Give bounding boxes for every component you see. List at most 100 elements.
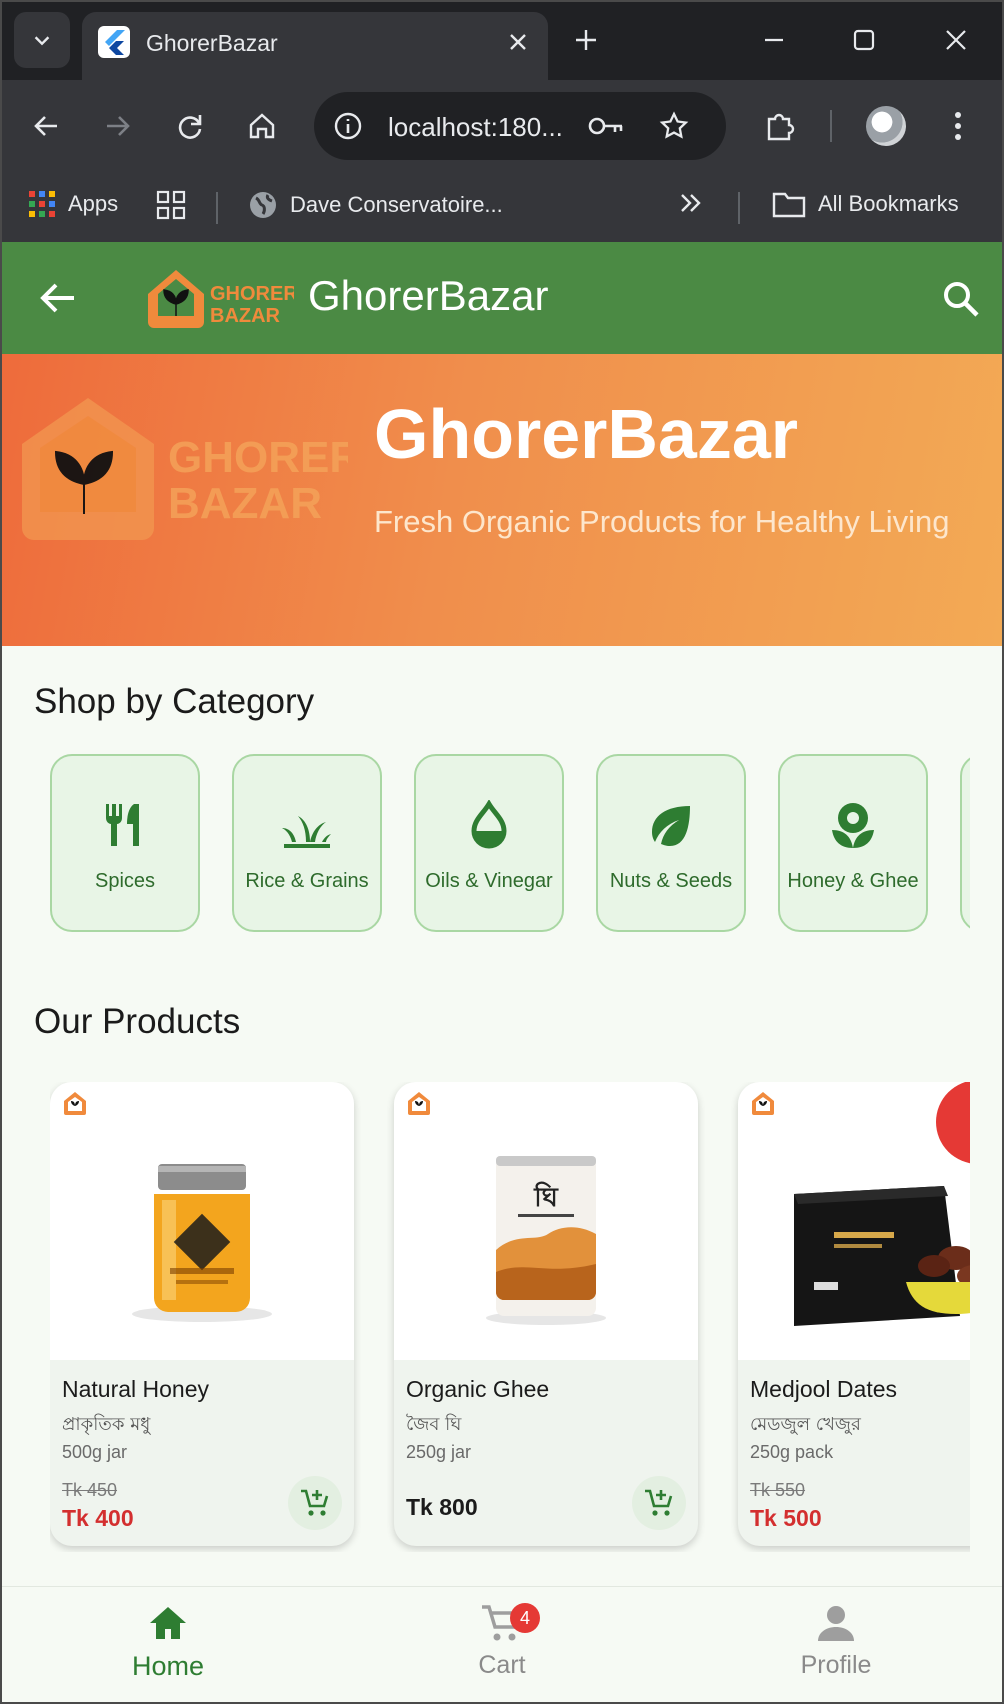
bookmark-tab-groups[interactable] — [156, 190, 186, 220]
tab-title: GhorerBazar — [146, 30, 278, 56]
back-button[interactable] — [22, 102, 70, 150]
category-spices[interactable]: Spices — [50, 754, 200, 932]
hero-banner: GHORER BAZAR GhorerBazar Fresh Organic P… — [0, 354, 1004, 646]
cart-count-badge: 4 — [510, 1603, 540, 1633]
product-card[interactable]: Medjool Dates মেডজুল খেজুর 250g pack Tk … — [738, 1082, 970, 1546]
bookmarks-overflow-button[interactable] — [678, 190, 704, 216]
extensions-button[interactable] — [756, 102, 804, 150]
product-size: 500g jar — [62, 1442, 128, 1462]
all-bookmarks-label: All Bookmarks — [818, 191, 959, 216]
category-label: Honey & Ghee — [787, 870, 919, 892]
minimize-button[interactable] — [752, 18, 796, 62]
category-rice-grains[interactable]: Rice & Grains — [232, 754, 382, 932]
star-icon[interactable] — [654, 106, 694, 146]
minimize-icon — [765, 38, 783, 42]
brand-badge-icon — [64, 1092, 86, 1115]
category-honey-ghee[interactable]: Honey & Ghee — [778, 754, 928, 932]
chevrons-right-icon — [681, 194, 701, 212]
puzzle-icon — [767, 113, 795, 141]
product-price: Tk 800 — [406, 1494, 478, 1520]
brand-badge-icon — [408, 1092, 430, 1115]
logo-text-1: GHORER — [210, 283, 294, 305]
category-more[interactable] — [960, 754, 970, 932]
svg-text:ঘি: ঘি — [533, 1181, 558, 1213]
nav-cart[interactable]: 4 Cart — [422, 1601, 582, 1701]
maximize-button[interactable] — [842, 18, 886, 62]
bottom-navigation: Home 4 Cart Profile — [0, 1586, 1004, 1704]
url-text[interactable]: localhost:180... — [388, 112, 563, 143]
tab-strip: GhorerBazar — [0, 0, 1004, 80]
hero-logo-text-2: BAZAR — [168, 479, 322, 528]
hero-title: GhorerBazar — [374, 395, 799, 473]
close-icon — [510, 34, 526, 50]
close-icon — [946, 30, 966, 50]
product-image — [50, 1082, 354, 1360]
home-button[interactable] — [238, 102, 286, 150]
add-shopping-cart-icon — [645, 1489, 673, 1516]
reload-button[interactable] — [166, 102, 214, 150]
category-nuts-seeds[interactable]: Nuts & Seeds — [596, 754, 746, 932]
ghorerbazar-logo: GHORER BAZAR — [148, 270, 294, 328]
tab-groups-icon — [156, 190, 186, 220]
nav-home[interactable]: Home — [88, 1601, 248, 1701]
person-icon — [818, 1606, 854, 1641]
bookmark-dave-label: Dave Conservatoire... — [290, 192, 503, 217]
nav-profile-label: Profile — [800, 1651, 872, 1679]
apps-grid-icon — [29, 191, 55, 217]
product-image — [738, 1082, 970, 1360]
add-to-cart-button[interactable] — [632, 1476, 686, 1530]
browser-tab[interactable]: GhorerBazar — [82, 12, 548, 80]
new-tab-button[interactable] — [566, 20, 606, 60]
nav-home-label: Home — [131, 1651, 205, 1681]
flutter-favicon-icon — [98, 26, 130, 58]
category-list: Spices Rice & Grains Oils & Vinegar Nuts… — [50, 754, 970, 934]
nav-profile[interactable]: Profile — [756, 1601, 916, 1701]
home-icon — [150, 1607, 186, 1639]
product-size: 250g jar — [406, 1442, 472, 1462]
product-card[interactable]: ঘি Organic Ghee জৈব ঘি 250g jar Tk 800 — [394, 1082, 698, 1546]
nav-cart-label: Cart — [478, 1651, 526, 1679]
product-name: Natural Honey — [62, 1376, 210, 1402]
ghee-can-image: ঘি — [486, 1156, 606, 1325]
hero-logo: GHORER BAZAR — [22, 398, 348, 540]
brand-badge-icon — [752, 1092, 774, 1115]
window-close-button[interactable] — [934, 18, 978, 62]
bookmark-dave-conservatoire[interactable]: Dave Conservatoire... — [248, 190, 503, 220]
tab-close-button[interactable] — [502, 26, 534, 58]
site-info-icon[interactable] — [328, 106, 368, 146]
browser-toolbar: localhost:180... — [0, 80, 1004, 172]
menu-button[interactable] — [934, 102, 982, 150]
add-shopping-cart-icon — [301, 1489, 329, 1516]
product-price: Tk 500 — [750, 1505, 822, 1531]
all-bookmarks-button[interactable]: All Bookmarks — [772, 190, 959, 218]
add-to-cart-button[interactable] — [288, 1476, 342, 1530]
categories-heading: Shop by Category — [34, 682, 315, 721]
category-oils-vinegar[interactable]: Oils & Vinegar — [414, 754, 564, 932]
bookmark-separator — [738, 192, 740, 224]
profile-avatar[interactable] — [866, 106, 906, 146]
bookmark-apps[interactable]: Apps — [28, 190, 118, 218]
arrow-left-icon[interactable] — [36, 276, 80, 320]
product-name: Medjool Dates — [750, 1376, 898, 1402]
products-heading: Our Products — [34, 1002, 241, 1041]
app-title: GhorerBazar — [308, 272, 549, 319]
key-icon[interactable] — [586, 106, 626, 146]
address-bar[interactable]: localhost:180... — [314, 92, 726, 160]
app-bar: GHORER BAZAR GhorerBazar — [0, 242, 1004, 354]
product-name: Organic Ghee — [406, 1376, 550, 1402]
tab-search-button[interactable] — [14, 12, 70, 68]
hero-subtitle: Fresh Organic Products for Healthy Livin… — [374, 504, 950, 539]
bookmark-apps-label: Apps — [68, 191, 119, 216]
home-outline-icon — [249, 113, 275, 139]
product-card[interactable]: Natural Honey প্রাকৃতিক মধু 500g jar Tk … — [50, 1082, 354, 1546]
more-vertical-icon — [955, 112, 961, 140]
forward-button[interactable] — [94, 102, 142, 150]
plus-icon — [576, 30, 596, 50]
category-label: Oils & Vinegar — [425, 870, 553, 892]
product-image: ঘি — [394, 1082, 698, 1360]
folder-icon — [772, 192, 806, 218]
product-size: 250g pack — [750, 1442, 834, 1462]
product-old-price: Tk 550 — [750, 1480, 806, 1500]
reload-icon — [178, 115, 202, 139]
search-icon[interactable] — [940, 278, 982, 320]
